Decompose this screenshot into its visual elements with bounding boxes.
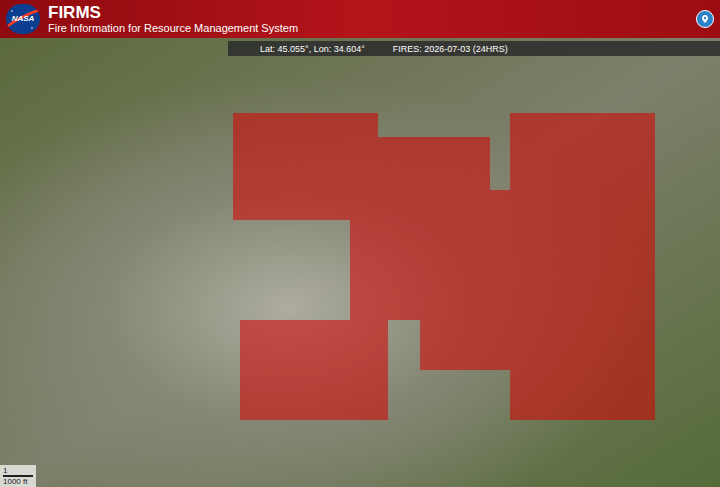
scale-lower: 1000 ft — [3, 476, 33, 486]
firms-app: NASA FIRMSFire Information for Resource M… — [0, 0, 720, 487]
scale-bar: 11000 ft — [0, 465, 36, 487]
fire-pixel[interactable] — [233, 137, 490, 190]
location-button[interactable] — [696, 10, 714, 28]
header-bar: NASA FIRMSFire Information for Resource M… — [0, 0, 720, 38]
fire-pixel[interactable] — [510, 113, 655, 190]
fire-pixel[interactable] — [240, 320, 388, 420]
map[interactable]: Lat: 45.055°, Lon: 34.604° FIRES: 2026-07… — [0, 38, 720, 487]
fires-date: FIRES: 2026-07-03 (24HRS) — [393, 43, 508, 55]
fire-pixel[interactable] — [420, 320, 510, 370]
fire-pixel[interactable] — [233, 113, 378, 137]
location-icon — [700, 14, 710, 24]
nasa-logo-icon: NASA — [6, 4, 40, 34]
info-bar: Lat: 45.055°, Lon: 34.604° FIRES: 2026-07… — [228, 41, 720, 56]
app-title: FIRMS — [48, 4, 298, 22]
fire-pixel[interactable] — [233, 190, 350, 220]
scale-upper: 1 — [3, 466, 33, 476]
fire-pixel[interactable] — [350, 190, 655, 320]
title-block: FIRMSFire Information for Resource Manag… — [48, 4, 298, 35]
app-subtitle: Fire Information for Resource Management… — [48, 22, 298, 35]
coordinates: Lat: 45.055°, Lon: 34.604° — [260, 43, 365, 55]
fire-pixel[interactable] — [510, 320, 655, 420]
